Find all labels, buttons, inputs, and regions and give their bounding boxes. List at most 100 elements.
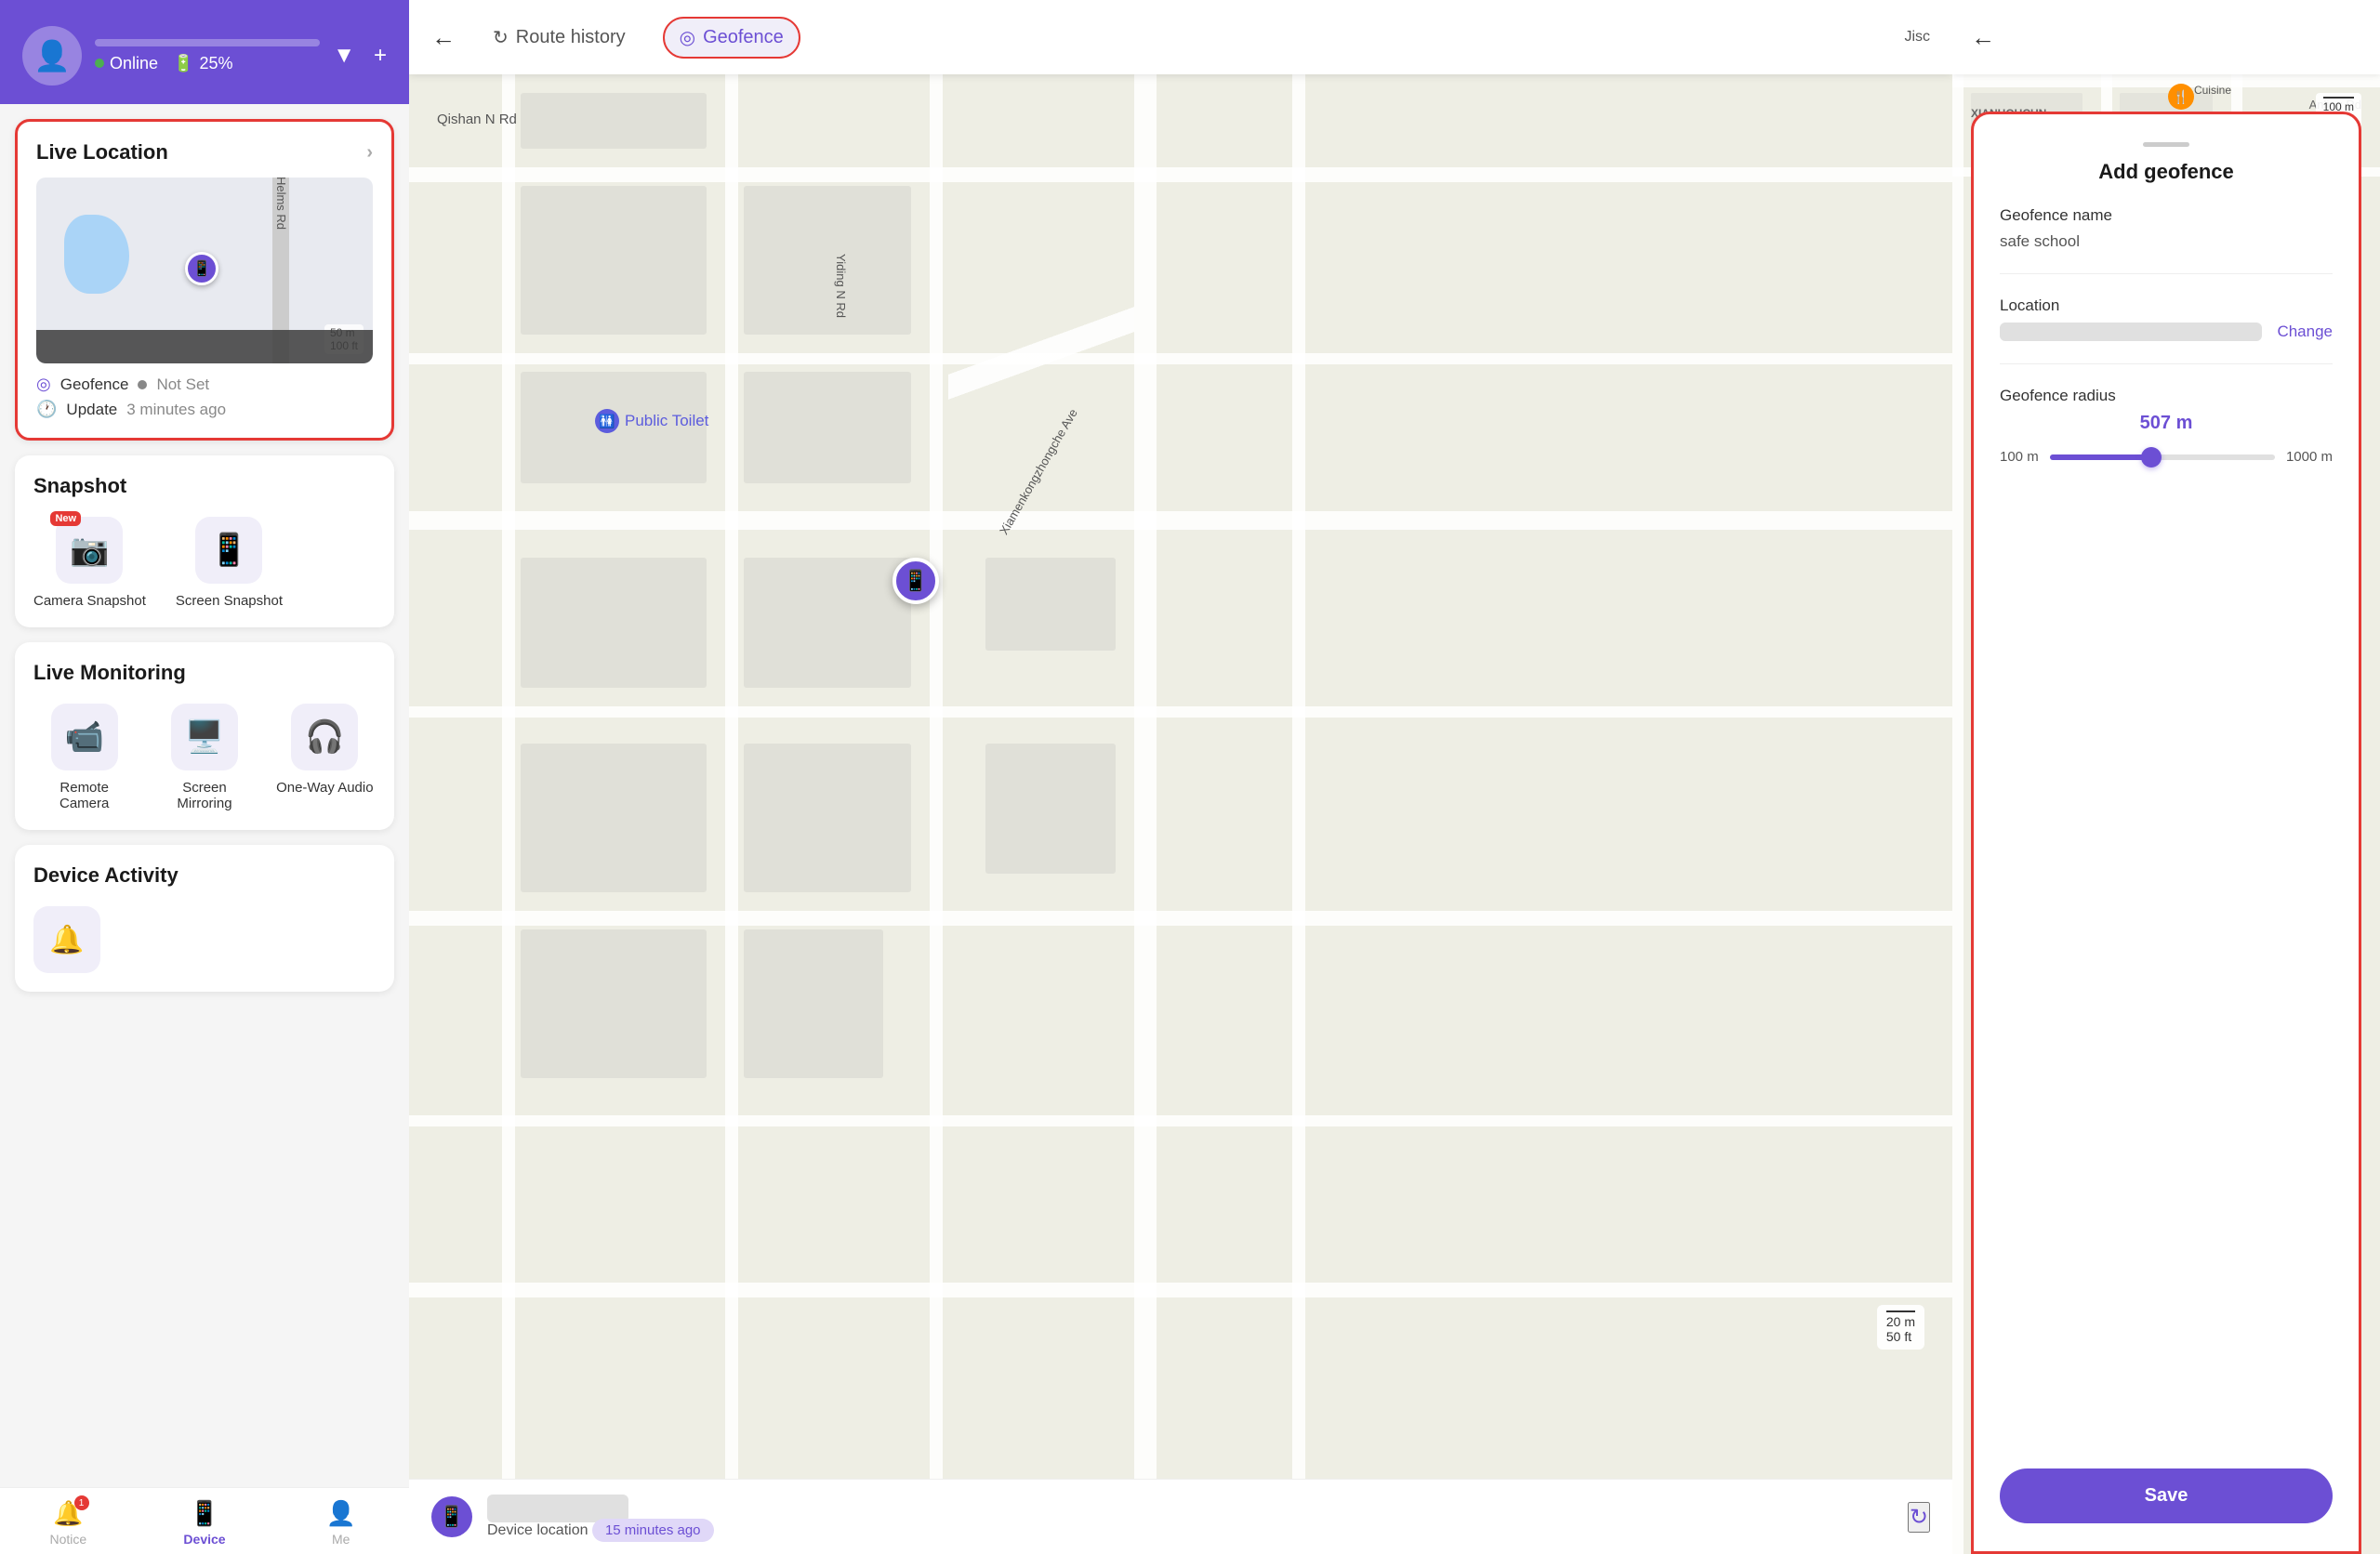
road-h4 xyxy=(409,706,1952,718)
road-v4 xyxy=(1134,74,1157,1554)
right-panel: Weili Rd Anling Rd XIANHOUCUN XIANHOUCUN… xyxy=(1952,0,2380,1554)
activity-icon-1: 🔔 xyxy=(33,906,100,973)
status-row: Online 🔋 25% xyxy=(95,54,320,73)
nav-notice[interactable]: 🔔 1 Notice xyxy=(0,1499,137,1547)
screen-snapshot-icon: 📱 xyxy=(209,532,248,569)
screen-mirroring-item[interactable]: 🖥️ Screen Mirroring xyxy=(153,704,255,811)
device-icon: 📱 xyxy=(190,1499,219,1528)
middle-panel: Qishan N Rd Xiamenkongzhongche Ave Yidin… xyxy=(409,0,1952,1554)
road-v3 xyxy=(930,74,943,1554)
divider-1 xyxy=(2000,273,2333,274)
road-h3 xyxy=(409,511,1952,530)
road-h5 xyxy=(409,911,1952,926)
geofence-tab-icon: ◎ xyxy=(680,26,695,49)
online-status: Online xyxy=(95,54,158,73)
nav-me[interactable]: 👤 Me xyxy=(272,1499,409,1547)
map-top-bar: ← ↻ Route history ◎ Geofence Jisc xyxy=(409,0,1952,74)
jisc-label: Jisc xyxy=(1904,29,1930,46)
building-9 xyxy=(744,744,911,892)
save-button[interactable]: Save xyxy=(2000,1468,2333,1523)
building-13 xyxy=(985,744,1116,874)
snapshot-grid: New 📷 Camera Snapshot 📱 Screen Snapshot xyxy=(33,517,376,609)
radius-value: 507 m xyxy=(2000,413,2333,434)
right-back-button[interactable]: ← xyxy=(1971,23,1995,52)
live-location-card: Live Location › Helms Rd 📱 50 m 100 ft xyxy=(15,119,394,441)
road-h6 xyxy=(409,1115,1952,1126)
add-button[interactable]: + xyxy=(374,43,387,69)
road-v1 xyxy=(502,74,515,1554)
screen-snapshot-item[interactable]: 📱 Screen Snapshot xyxy=(176,517,283,609)
radius-slider[interactable] xyxy=(2050,454,2275,460)
geofence-tab[interactable]: ◎ Geofence xyxy=(663,17,800,59)
screen-mirroring-icon-wrap: 🖥️ xyxy=(171,704,238,770)
map-back-button[interactable]: ← xyxy=(431,23,456,52)
cuisine-pin: 🍴 xyxy=(2168,84,2194,110)
building-11 xyxy=(744,929,883,1078)
map-bottom-bar: 📱 Device location 15 minutes ago ↻ xyxy=(409,1479,1952,1554)
nav-device[interactable]: 📱 Device xyxy=(137,1499,273,1547)
slider-min-label: 100 m xyxy=(2000,449,2039,465)
snapshot-title: Snapshot xyxy=(33,474,376,498)
right-map-area: Weili Rd Anling Rd XIANHOUCUN XIANHOUCUN… xyxy=(1952,0,2380,1554)
one-way-audio-label: One-Way Audio xyxy=(276,780,374,796)
camera-snapshot-icon-wrap: New 📷 xyxy=(56,517,123,584)
public-toilet-poi: 🚻 Public Toilet xyxy=(595,409,708,433)
online-dot xyxy=(95,59,104,68)
geofence-name-label: Geofence name xyxy=(2000,206,2333,225)
geofence-panel: Add geofence Geofence name safe school L… xyxy=(1971,112,2361,1554)
device-label: Device xyxy=(183,1532,225,1547)
screen-snapshot-icon-wrap: 📱 xyxy=(195,517,262,584)
live-monitoring-title: Live Monitoring xyxy=(33,661,376,685)
device-avatar-icon: 📱 xyxy=(439,1505,464,1529)
camera-snapshot-icon: 📷 xyxy=(70,532,109,569)
building-12 xyxy=(985,558,1116,651)
slider-thumb xyxy=(2141,447,2162,468)
public-toilet-label: Public Toilet xyxy=(625,412,708,430)
right-map-top-bar: ← xyxy=(1952,0,2380,74)
notice-badge: 1 xyxy=(74,1495,89,1510)
building-3 xyxy=(744,186,911,335)
pin-icon: 📱 xyxy=(192,259,211,278)
right-road-h1 xyxy=(1952,74,2380,87)
building-8 xyxy=(521,744,707,892)
online-label: Online xyxy=(110,54,158,73)
scale-line: 20 m 50 ft xyxy=(1886,1310,1915,1344)
remote-camera-item[interactable]: 📹 Remote Camera xyxy=(33,704,135,811)
camera-snapshot-item[interactable]: New 📷 Camera Snapshot xyxy=(33,517,146,609)
clock-icon: 🕐 xyxy=(36,400,57,419)
radius-label: Geofence radius xyxy=(2000,387,2333,405)
device-location-info: Device location 15 minutes ago xyxy=(487,1495,1893,1539)
geofence-title: Add geofence xyxy=(2000,160,2333,184)
bottom-nav: 🔔 1 Notice 📱 Device 👤 Me xyxy=(0,1487,409,1554)
battery-info: 🔋 25% xyxy=(173,54,232,73)
map-refresh-button[interactable]: ↻ xyxy=(1908,1502,1930,1533)
location-row: Change xyxy=(2000,323,2333,341)
building-2 xyxy=(521,186,707,335)
yiding-road-label: Yiding N Rd xyxy=(834,254,848,318)
location-blurred xyxy=(2000,323,2262,341)
live-map[interactable]: Helms Rd 📱 50 m 100 ft xyxy=(36,178,373,363)
snapshot-card: Snapshot New 📷 Camera Snapshot 📱 Screen … xyxy=(15,455,394,627)
dropdown-button[interactable]: ▼ xyxy=(333,43,355,69)
one-way-audio-item[interactable]: 🎧 One-Way Audio xyxy=(274,704,376,811)
route-history-tab[interactable]: ↻ Route history xyxy=(478,19,641,57)
me-label: Me xyxy=(332,1532,350,1547)
map-road-label: Helms Rd xyxy=(274,178,288,230)
one-way-audio-icon: 🎧 xyxy=(305,718,344,756)
remote-camera-label: Remote Camera xyxy=(33,780,135,811)
geofence-name-field: Geofence name safe school xyxy=(2000,206,2333,251)
update-info-item: 🕐 Update 3 minutes ago xyxy=(36,400,373,419)
live-location-title: Live Location › xyxy=(36,140,373,165)
avatar: 👤 xyxy=(22,26,82,86)
geofence-info-item: ◎ Geofence Not Set xyxy=(36,375,373,394)
geofence-icon: ◎ xyxy=(36,375,51,394)
device-location-pin: 📱 xyxy=(892,558,939,604)
device-pin-icon: 📱 xyxy=(903,569,928,593)
slider-fill xyxy=(2050,454,2151,460)
screen-mirroring-label: Screen Mirroring xyxy=(153,780,255,811)
remote-camera-icon: 📹 xyxy=(64,718,103,756)
road-v2 xyxy=(725,74,738,1554)
user-info: Online 🔋 25% xyxy=(95,39,320,73)
change-button[interactable]: Change xyxy=(2277,323,2333,341)
geofence-handle xyxy=(2143,142,2189,147)
